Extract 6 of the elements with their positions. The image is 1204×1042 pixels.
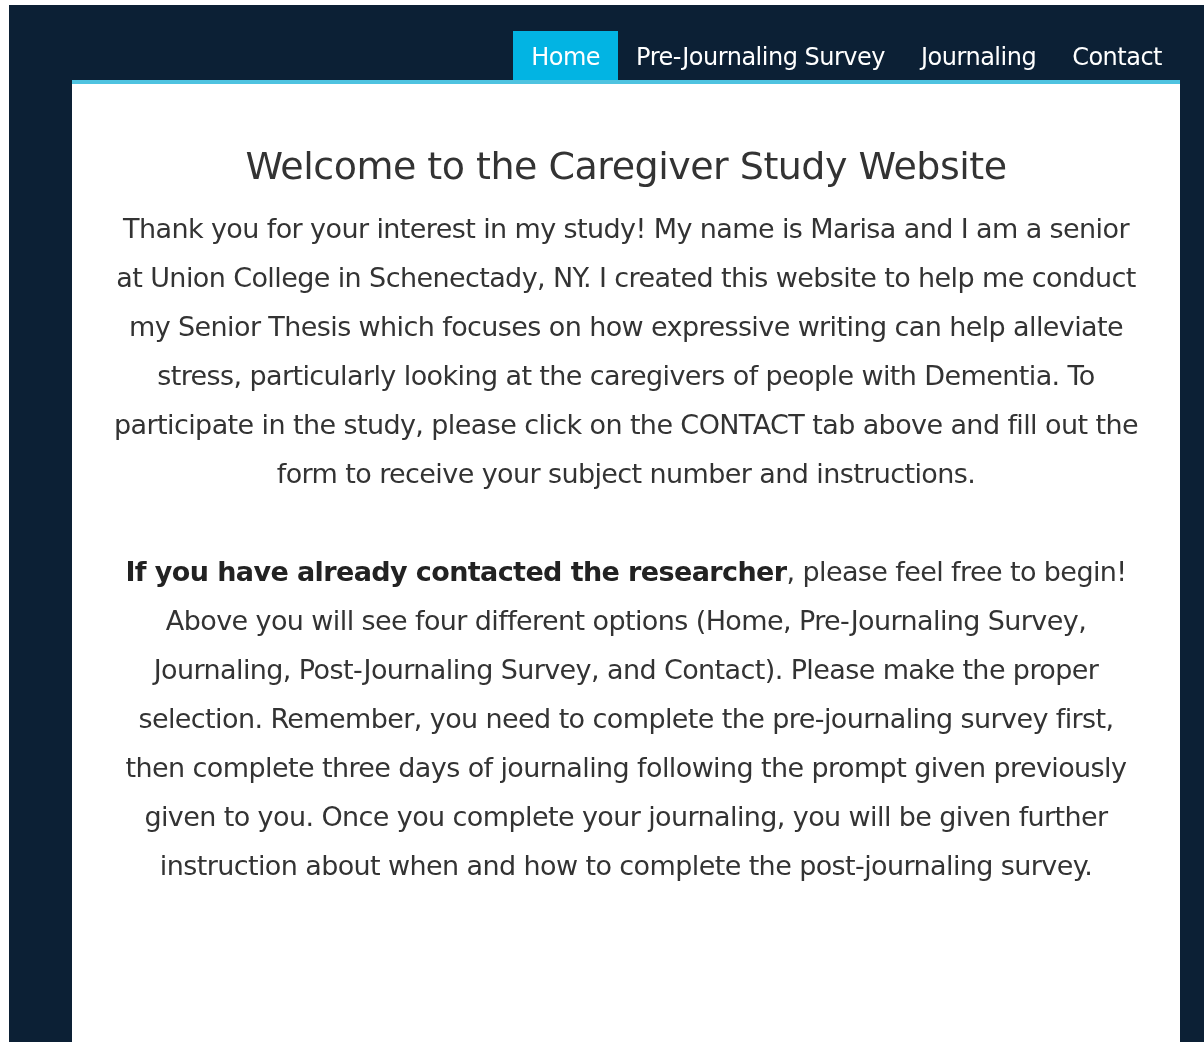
nav-tab[interactable]: Pre-Journaling Survey	[618, 31, 903, 80]
nav-tab[interactable]: Contact	[1054, 31, 1180, 80]
page-title: Welcome to the Caregiver Study Website	[245, 144, 1007, 188]
paragraph: If you have already contacted the researcher, please feel free to begin! Above you will see four different options (Home, Pre-Journaling Survey, Journaling, Post-Journaling Survey, and Contact). Please make the proper selection. Remember, you need to complete the pre-journaling survey first, then complete three days of journaling following the prompt given previously given to you. Once you complete your journaling, you will be given further instruction about when and how to complete the post-journaling survey.	[124, 555, 1128, 883]
nav-tab[interactable]: Journaling	[903, 31, 1055, 80]
paragraph: Thank you for your interest in my study! My name is Marisa and I am a senior at Union College in Schenectady, NY. I created this website to help me conduct my Senior Thesis which focuses on how expressive writing can help alleviate stress, particularly looking at the caregivers of people with Dementia. To participate in the study, please click on the CONTACT tab above and fill out the form to receive your subject number and instructions.	[113, 212, 1139, 491]
